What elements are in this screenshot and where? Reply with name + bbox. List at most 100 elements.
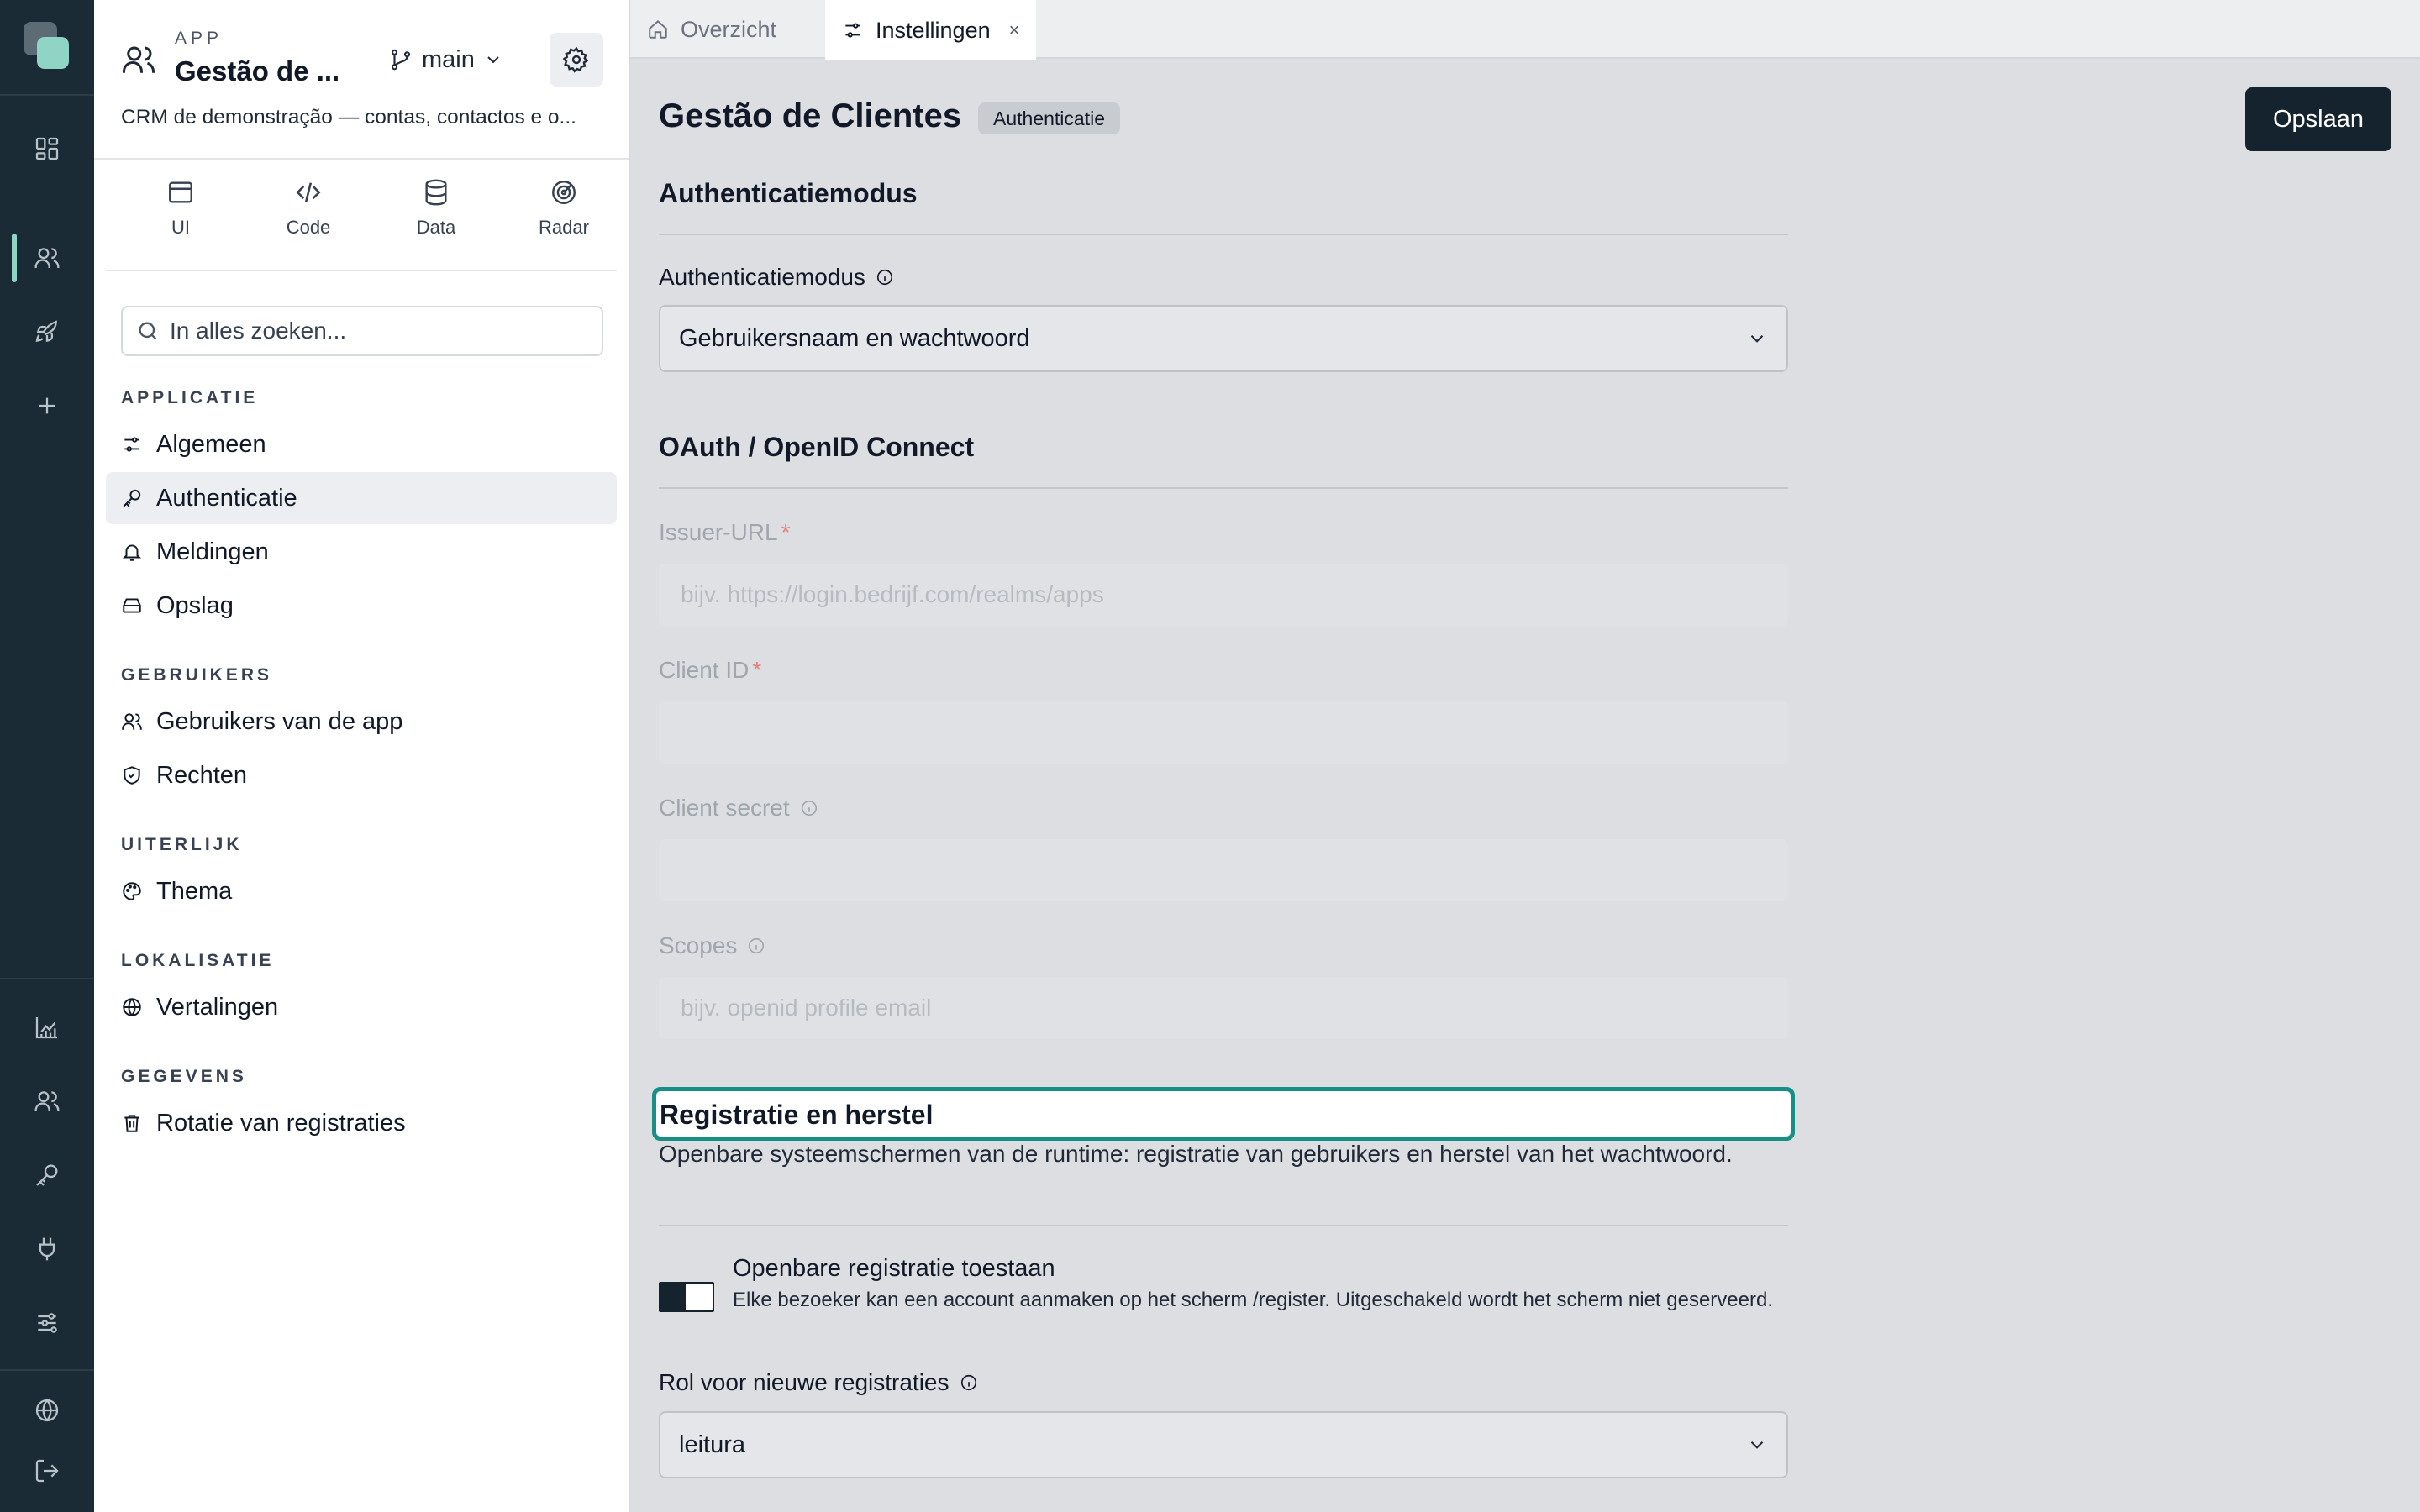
tool-label: Code [286,217,331,238]
tab-instellingen[interactable]: Instellingen × [825,0,1037,60]
logo-icon[interactable] [24,22,71,71]
app-rail [0,0,94,1512]
client-id-input[interactable] [659,701,1788,764]
users-icon [121,711,143,732]
nav-item-label: Vertalingen [156,993,279,1021]
nav-item-label: Thema [156,877,233,905]
info-icon[interactable] [960,1373,978,1392]
settings-sidebar: APP Gestão de ... main CRM de demonstraç… [94,0,630,1512]
chart-icon[interactable] [26,1006,68,1048]
registration-description: Openbare systeemschermen van de runtime:… [659,1141,1733,1167]
sliders-icon[interactable] [26,1302,68,1344]
nav-item-meldingen[interactable]: Meldingen [106,526,617,578]
nav-item-label: Algemeen [156,430,266,458]
info-icon[interactable] [876,268,894,286]
app-settings-button[interactable] [550,33,603,87]
app-title: Gestão de ... [175,55,340,87]
nav-item-label: Rotatie van registraties [156,1109,406,1137]
nav-item-label: Opslag [156,591,234,619]
storage-icon [121,595,143,617]
client-secret-label: Client secret [659,795,818,822]
plug-icon[interactable] [26,1228,68,1270]
search-input[interactable] [170,318,573,344]
team-icon[interactable] [26,1080,68,1122]
auth-mode-value: Gebruikersnaam en wachtwoord [679,324,1030,352]
branch-selector[interactable]: main [388,42,503,77]
auth-mode-select[interactable]: Gebruikersnaam en wachtwoord [659,305,1788,372]
nav-item-opslag[interactable]: Opslag [106,580,617,632]
rocket-icon[interactable] [26,311,68,353]
divider [106,270,617,271]
nav-item-thema[interactable]: Thema [106,865,617,917]
plus-icon[interactable] [26,385,68,427]
sliders-icon [121,433,143,455]
nav-item-vertalingen[interactable]: Vertalingen [106,981,617,1033]
tool-switcher: UI Code Data Radar [106,178,617,270]
palette-icon [121,880,143,902]
tool-label: Data [416,217,456,238]
rail-divider [0,94,94,96]
info-icon[interactable] [747,937,765,955]
nav-item-rotatie[interactable]: Rotatie van registraties [106,1097,617,1149]
section-title-oauth: OAuth / OpenID Connect [659,432,975,462]
globe-icon[interactable] [26,1389,68,1431]
public-registration-toggle[interactable] [659,1282,714,1312]
tool-data[interactable]: Data [381,178,491,254]
tool-code[interactable]: Code [254,178,363,254]
registration-role-label: Rol voor nieuwe registraties [659,1369,978,1396]
page-badge: Authenticatie [978,102,1120,134]
issuer-url-input[interactable] [659,564,1788,626]
section-title-registration[interactable]: Registratie en herstel [652,1087,1795,1141]
nav-section-title: UITERLIJK [121,835,243,854]
sliders-icon [842,19,864,41]
search-icon [136,319,160,343]
chevron-down-icon [483,50,503,70]
chevron-down-icon [1746,328,1768,349]
nav-item-rechten[interactable]: Rechten [106,749,617,801]
nav-item-authenticatie[interactable]: Authenticatie [106,472,617,524]
users-icon [121,42,156,77]
section-divider [659,1225,1788,1226]
scopes-input[interactable] [659,977,1788,1039]
key-icon[interactable] [26,1154,68,1196]
rail-active-indicator [12,234,17,282]
trash-icon [121,1112,143,1134]
app-description: CRM de demonstração — contas, contactos … [121,106,576,129]
tool-ui[interactable]: UI [126,178,235,254]
section-divider [659,487,1788,489]
dashboard-icon[interactable] [26,128,68,170]
rail-divider [0,978,94,979]
git-branch-icon [388,47,413,72]
nav-item-gebruikers[interactable]: Gebruikers van de app [106,696,617,748]
logout-icon[interactable] [26,1450,68,1492]
tab-overzicht[interactable]: Overzicht [647,0,776,59]
tab-label: Overzicht [681,16,777,42]
client-id-label-text: Client ID [659,657,750,683]
nav-section-title: LOKALISATIE [121,951,275,970]
scopes-label-text: Scopes [659,932,738,958]
radar-icon [550,178,578,207]
nav-section-title: GEBRUIKERS [121,665,273,685]
required-mark: * [752,657,762,683]
nav-item-label: Meldingen [156,538,269,565]
close-icon[interactable]: × [1009,19,1020,41]
nav-section-title: GEGEVENS [121,1067,247,1086]
tool-radar[interactable]: Radar [509,178,618,254]
public-registration-title: Openbare registratie toestaan [733,1255,1055,1282]
registration-role-select[interactable]: leitura [659,1411,1788,1478]
gear-icon [563,46,590,73]
users-icon[interactable] [26,237,68,279]
save-button[interactable]: Opslaan [2245,87,2391,151]
chevron-down-icon [1746,1434,1768,1456]
nav-item-label: Authenticatie [156,484,297,512]
info-icon[interactable] [800,799,818,817]
client-secret-input[interactable] [659,839,1788,901]
tab-label: Instellingen [876,17,991,43]
nav-item-algemeen[interactable]: Algemeen [106,418,617,470]
globe-icon [121,996,143,1018]
required-mark: * [781,519,791,545]
bell-icon [121,541,143,563]
home-icon [647,18,669,40]
registration-role-label-text: Rol voor nieuwe registraties [659,1369,950,1395]
branch-name: main [422,45,475,73]
